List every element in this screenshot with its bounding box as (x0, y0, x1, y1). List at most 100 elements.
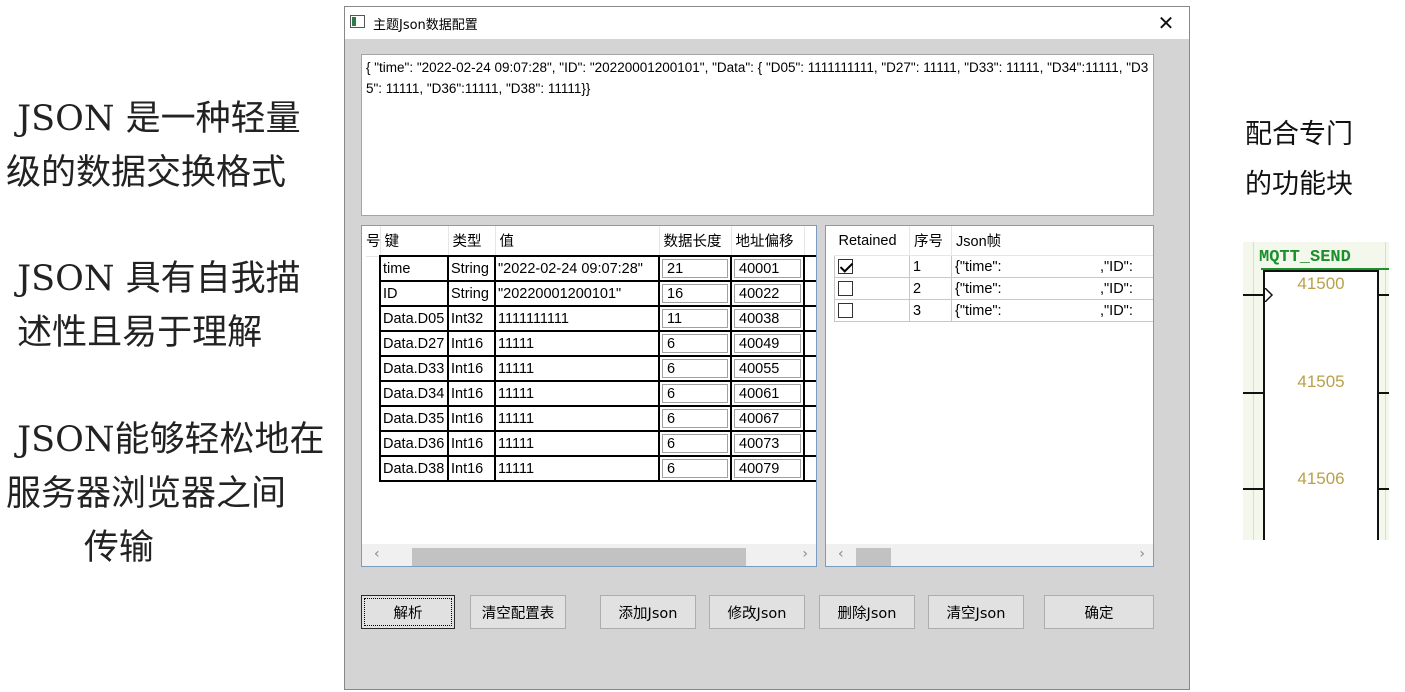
ok-button[interactable]: 确定 (1044, 595, 1154, 629)
type-cell[interactable]: Int16 (447, 405, 496, 432)
length-cell[interactable]: 6 (658, 430, 732, 457)
length-cell[interactable]: 6 (658, 405, 732, 432)
value-cell[interactable]: 11111 (494, 380, 660, 407)
value-cell[interactable]: 11111 (494, 405, 660, 432)
offset-cell-editor[interactable]: 40079 (734, 459, 801, 478)
json-list-row[interactable]: 1 {"time": ,"ID": (834, 255, 1153, 278)
length-cell[interactable]: 6 (658, 355, 732, 382)
value-cell[interactable]: 11111 (494, 355, 660, 382)
retained-checkbox[interactable] (838, 259, 853, 275)
row-header[interactable] (366, 456, 381, 481)
col-length[interactable]: 数据长度 (659, 226, 732, 257)
col-offset[interactable]: 地址偏移 (731, 226, 805, 257)
row-header[interactable] (366, 356, 381, 381)
offset-cell[interactable]: 40067 (730, 405, 805, 432)
extra-cell[interactable] (803, 330, 816, 357)
offset-cell[interactable]: 40049 (730, 330, 805, 357)
extra-cell[interactable] (803, 280, 816, 307)
offset-cell[interactable]: 40055 (730, 355, 805, 382)
clear-config-button[interactable]: 清空配置表 (470, 595, 566, 629)
extra-cell[interactable] (803, 430, 816, 457)
type-cell[interactable]: Int16 (447, 455, 496, 482)
type-cell[interactable]: Int32 (447, 305, 496, 332)
value-cell[interactable]: 1111111111 (494, 305, 660, 332)
retained-checkbox[interactable] (838, 303, 853, 319)
col-type[interactable]: 类型 (448, 226, 496, 257)
type-cell[interactable]: Int16 (447, 330, 496, 357)
row-header[interactable] (366, 306, 381, 331)
json-list-hscroll[interactable]: ‹ › (826, 544, 1153, 566)
table-row[interactable]: Data.D36 Int16 11111 6 40073 (366, 430, 816, 457)
table-row[interactable]: time String "2022-02-24 09:07:28" 21 40001 (366, 255, 816, 282)
length-cell-editor[interactable]: 6 (662, 359, 728, 378)
key-cell[interactable]: time (379, 255, 449, 282)
row-header[interactable] (366, 331, 381, 356)
value-cell[interactable]: "2022-02-24 09:07:28" (494, 255, 660, 282)
length-cell[interactable]: 11 (658, 305, 732, 332)
index-cell[interactable]: 1 (909, 255, 952, 278)
length-cell-editor[interactable]: 16 (662, 284, 728, 303)
extra-cell[interactable] (803, 405, 816, 432)
length-cell-editor[interactable]: 6 (662, 334, 728, 353)
length-cell[interactable]: 6 (658, 455, 732, 482)
json-list-row[interactable]: 3 {"time": ,"ID": (834, 299, 1153, 322)
key-cell[interactable]: Data.D05 (379, 305, 449, 332)
col-retained[interactable]: Retained (834, 226, 910, 256)
scroll-right-icon[interactable]: › (802, 546, 808, 562)
close-button[interactable]: ✕ (1143, 7, 1189, 39)
json-frame-cell[interactable]: {"time": ,"ID": (951, 255, 1153, 278)
key-cell[interactable]: Data.D33 (379, 355, 449, 382)
type-cell[interactable]: Int16 (447, 380, 496, 407)
offset-cell[interactable]: 40022 (730, 280, 805, 307)
offset-cell[interactable]: 40079 (730, 455, 805, 482)
table-row[interactable]: Data.D38 Int16 11111 6 40079 (366, 455, 816, 482)
offset-cell-editor[interactable]: 40055 (734, 359, 801, 378)
length-cell-editor[interactable]: 6 (662, 409, 728, 428)
length-cell[interactable]: 6 (658, 330, 732, 357)
retained-checkbox[interactable] (838, 281, 853, 297)
key-cell[interactable]: Data.D27 (379, 330, 449, 357)
config-table-hscroll[interactable]: ‹ › (362, 544, 816, 566)
offset-cell-editor[interactable]: 40061 (734, 384, 801, 403)
json-frame-cell[interactable]: {"time": ,"ID": (951, 299, 1153, 322)
type-cell[interactable]: Int16 (447, 355, 496, 382)
json-text-area[interactable]: { "time": "2022-02-24 09:07:28", "ID": "… (361, 54, 1154, 216)
row-header[interactable] (366, 381, 381, 406)
table-row[interactable]: Data.D34 Int16 11111 6 40061 (366, 380, 816, 407)
retained-cell[interactable] (834, 255, 910, 278)
extra-cell[interactable] (803, 355, 816, 382)
value-cell[interactable]: "20220001200101" (494, 280, 660, 307)
table-row[interactable]: ID String "20220001200101" 16 40022 (366, 280, 816, 307)
col-value[interactable]: 值 (495, 226, 660, 257)
type-cell[interactable]: String (447, 280, 496, 307)
length-cell-editor[interactable]: 6 (662, 434, 728, 453)
table-row[interactable]: Data.D05 Int32 1111111111 11 40038 (366, 305, 816, 332)
offset-cell[interactable]: 40061 (730, 380, 805, 407)
offset-cell[interactable]: 40038 (730, 305, 805, 332)
col-index[interactable]: 序号 (909, 226, 952, 256)
offset-cell-editor[interactable]: 40073 (734, 434, 801, 453)
offset-cell[interactable]: 40073 (730, 430, 805, 457)
type-cell[interactable]: String (447, 255, 496, 282)
scroll-left-icon[interactable]: ‹ (374, 546, 380, 562)
offset-cell-editor[interactable]: 40038 (734, 309, 801, 328)
col-key[interactable]: 键 (380, 226, 449, 257)
edit-json-button[interactable]: 修改Json (709, 595, 805, 629)
offset-cell-editor[interactable]: 40067 (734, 409, 801, 428)
scroll-left-icon[interactable]: ‹ (838, 546, 844, 562)
length-cell-editor[interactable]: 21 (662, 259, 728, 278)
table-row[interactable]: Data.D27 Int16 11111 6 40049 (366, 330, 816, 357)
length-cell-editor[interactable]: 11 (662, 309, 728, 328)
offset-cell-editor[interactable]: 40049 (734, 334, 801, 353)
clear-json-button[interactable]: 清空Json (928, 595, 1024, 629)
key-cell[interactable]: ID (379, 280, 449, 307)
extra-cell[interactable] (803, 255, 816, 282)
scroll-thumb[interactable] (856, 548, 891, 566)
extra-cell[interactable] (803, 455, 816, 482)
json-frame-cell[interactable]: {"time": ,"ID": (951, 277, 1153, 300)
offset-cell[interactable]: 40001 (730, 255, 805, 282)
retained-cell[interactable] (834, 277, 910, 300)
type-cell[interactable]: Int16 (447, 430, 496, 457)
value-cell[interactable]: 11111 (494, 430, 660, 457)
scroll-right-icon[interactable]: › (1139, 546, 1145, 562)
